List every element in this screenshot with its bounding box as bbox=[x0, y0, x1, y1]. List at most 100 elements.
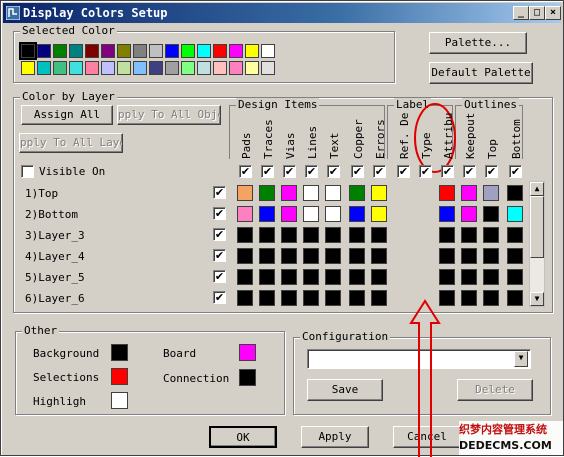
layer-color-swatch[interactable] bbox=[461, 248, 477, 264]
palette-swatch[interactable] bbox=[261, 61, 275, 75]
column-visible-checkbox[interactable]: ✔ bbox=[239, 165, 252, 178]
layer-color-swatch[interactable] bbox=[237, 248, 253, 264]
layer-color-swatch[interactable] bbox=[259, 248, 275, 264]
layer-color-swatch[interactable] bbox=[325, 269, 341, 285]
palette-swatch[interactable] bbox=[133, 44, 147, 58]
layer-color-swatch[interactable] bbox=[461, 206, 477, 222]
column-visible-checkbox[interactable]: ✔ bbox=[373, 165, 386, 178]
palette-swatch[interactable] bbox=[245, 61, 259, 75]
layer-color-swatch[interactable] bbox=[439, 269, 455, 285]
column-visible-checkbox[interactable]: ✔ bbox=[305, 165, 318, 178]
palette-swatch[interactable] bbox=[53, 44, 67, 58]
layer-color-swatch[interactable] bbox=[483, 185, 499, 201]
layer-color-swatch[interactable] bbox=[237, 206, 253, 222]
column-visible-checkbox[interactable]: ✔ bbox=[283, 165, 296, 178]
layer-color-swatch[interactable] bbox=[303, 206, 319, 222]
layer-color-swatch[interactable] bbox=[461, 185, 477, 201]
layer-color-swatch[interactable] bbox=[507, 269, 523, 285]
layer-color-swatch[interactable] bbox=[303, 248, 319, 264]
layer-color-swatch[interactable] bbox=[507, 290, 523, 306]
palette-swatch[interactable] bbox=[19, 42, 37, 60]
layer-color-swatch[interactable] bbox=[483, 290, 499, 306]
palette-swatch[interactable] bbox=[85, 61, 99, 75]
layer-visible-checkbox[interactable]: ✔ bbox=[213, 249, 226, 262]
palette-swatch[interactable] bbox=[85, 44, 99, 58]
layer-color-swatch[interactable] bbox=[303, 290, 319, 306]
palette-swatch[interactable] bbox=[197, 44, 211, 58]
palette-swatch[interactable] bbox=[197, 61, 211, 75]
layer-color-swatch[interactable] bbox=[349, 290, 365, 306]
layer-color-swatch[interactable] bbox=[237, 185, 253, 201]
layer-color-swatch[interactable] bbox=[371, 185, 387, 201]
palette-swatch[interactable] bbox=[213, 61, 227, 75]
palette-swatch[interactable] bbox=[165, 61, 179, 75]
palette-swatch[interactable] bbox=[117, 61, 131, 75]
palette-swatch[interactable] bbox=[69, 61, 83, 75]
layer-color-swatch[interactable] bbox=[237, 269, 253, 285]
palette-swatch[interactable] bbox=[229, 44, 243, 58]
column-visible-checkbox[interactable]: ✔ bbox=[327, 165, 340, 178]
layer-color-swatch[interactable] bbox=[439, 206, 455, 222]
layer-color-swatch[interactable] bbox=[439, 290, 455, 306]
column-visible-checkbox[interactable]: ✔ bbox=[485, 165, 498, 178]
layer-color-swatch[interactable] bbox=[439, 185, 455, 201]
palette-swatch[interactable] bbox=[181, 61, 195, 75]
layer-color-swatch[interactable] bbox=[483, 269, 499, 285]
palette-swatch[interactable] bbox=[101, 44, 115, 58]
layer-color-swatch[interactable] bbox=[349, 269, 365, 285]
layer-color-swatch[interactable] bbox=[325, 290, 341, 306]
layer-color-swatch[interactable] bbox=[259, 290, 275, 306]
layer-color-swatch[interactable] bbox=[325, 248, 341, 264]
layer-color-swatch[interactable] bbox=[325, 206, 341, 222]
palette-swatch[interactable] bbox=[53, 61, 67, 75]
palette-swatch[interactable] bbox=[101, 61, 115, 75]
layer-color-swatch[interactable] bbox=[461, 269, 477, 285]
palette-swatch[interactable] bbox=[165, 44, 179, 58]
layer-color-swatch[interactable] bbox=[237, 290, 253, 306]
palette-swatch[interactable] bbox=[213, 44, 227, 58]
layer-color-swatch[interactable] bbox=[507, 227, 523, 243]
layer-color-swatch[interactable] bbox=[371, 206, 387, 222]
column-visible-checkbox[interactable]: ✔ bbox=[441, 165, 454, 178]
palette-swatch[interactable] bbox=[69, 44, 83, 58]
layer-color-swatch[interactable] bbox=[259, 206, 275, 222]
palette-swatch[interactable] bbox=[181, 44, 195, 58]
palette-swatch[interactable] bbox=[229, 61, 243, 75]
column-visible-checkbox[interactable]: ✔ bbox=[397, 165, 410, 178]
layer-visible-checkbox[interactable]: ✔ bbox=[213, 270, 226, 283]
layer-visible-checkbox[interactable]: ✔ bbox=[213, 228, 226, 241]
layer-color-swatch[interactable] bbox=[439, 248, 455, 264]
layer-color-swatch[interactable] bbox=[349, 227, 365, 243]
layer-color-swatch[interactable] bbox=[483, 248, 499, 264]
palette-swatch[interactable] bbox=[149, 61, 163, 75]
layer-color-swatch[interactable] bbox=[259, 185, 275, 201]
layer-color-swatch[interactable] bbox=[371, 269, 387, 285]
layer-visible-checkbox[interactable]: ✔ bbox=[213, 291, 226, 304]
layer-color-swatch[interactable] bbox=[483, 227, 499, 243]
layer-color-swatch[interactable] bbox=[461, 227, 477, 243]
layer-color-swatch[interactable] bbox=[281, 248, 297, 264]
column-visible-checkbox[interactable]: ✔ bbox=[261, 165, 274, 178]
column-visible-checkbox[interactable]: ✔ bbox=[351, 165, 364, 178]
column-visible-checkbox[interactable]: ✔ bbox=[509, 165, 522, 178]
layer-color-swatch[interactable] bbox=[507, 248, 523, 264]
layer-color-swatch[interactable] bbox=[281, 269, 297, 285]
layer-color-swatch[interactable] bbox=[371, 290, 387, 306]
layer-color-swatch[interactable] bbox=[281, 227, 297, 243]
layer-color-swatch[interactable] bbox=[439, 227, 455, 243]
palette-swatch[interactable] bbox=[149, 44, 163, 58]
layer-visible-checkbox[interactable]: ✔ bbox=[213, 186, 226, 199]
palette-swatch[interactable] bbox=[133, 61, 147, 75]
layer-color-swatch[interactable] bbox=[237, 227, 253, 243]
layer-color-swatch[interactable] bbox=[483, 206, 499, 222]
layer-color-swatch[interactable] bbox=[325, 185, 341, 201]
palette-swatch[interactable] bbox=[245, 44, 259, 58]
palette-swatch[interactable] bbox=[117, 44, 131, 58]
layer-color-swatch[interactable] bbox=[281, 290, 297, 306]
palette-swatch[interactable] bbox=[37, 61, 51, 75]
palette-swatch[interactable] bbox=[261, 44, 275, 58]
layer-color-swatch[interactable] bbox=[349, 185, 365, 201]
column-visible-checkbox[interactable]: ✔ bbox=[463, 165, 476, 178]
layer-color-swatch[interactable] bbox=[281, 206, 297, 222]
layer-color-swatch[interactable] bbox=[507, 185, 523, 201]
